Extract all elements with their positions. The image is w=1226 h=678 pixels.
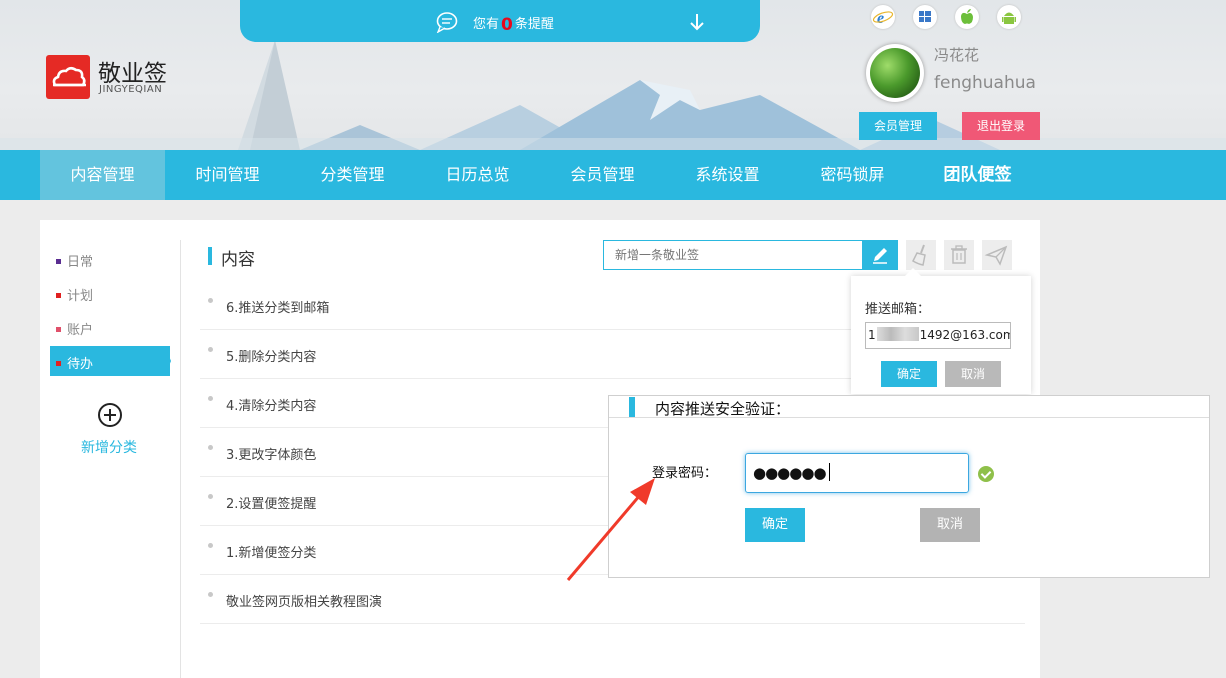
ie-icon[interactable]: e bbox=[871, 5, 895, 29]
broom-icon bbox=[912, 244, 926, 266]
logo-subtitle: JINGYEQIAN bbox=[99, 84, 163, 95]
push-email-field[interactable]: 1 1492@163.com bbox=[865, 322, 1011, 349]
security-verification-dialog: 内容推送安全验证： 登录密码： ●●●●●● 确定 取消 bbox=[608, 395, 1210, 578]
nav-team-notes[interactable]: 团队便签 bbox=[915, 150, 1040, 200]
chat-bubble-icon bbox=[436, 12, 458, 33]
add-circle-icon[interactable] bbox=[98, 403, 122, 427]
title-accent-bar bbox=[208, 247, 212, 265]
arrow-down-icon[interactable] bbox=[688, 12, 706, 32]
check-icon bbox=[978, 466, 994, 482]
username: fenghuahua bbox=[934, 73, 1036, 93]
category-dot bbox=[56, 293, 61, 298]
reminder-text: 您有 0 条提醒 bbox=[473, 15, 554, 35]
apple-icon[interactable] bbox=[955, 5, 979, 29]
pencil-icon bbox=[873, 248, 887, 264]
sidebar-active-pointer bbox=[165, 346, 171, 376]
category-dot bbox=[56, 259, 61, 264]
push-email-label: 推送邮箱： bbox=[865, 302, 931, 317]
dialog-title: 内容推送安全验证： bbox=[655, 400, 791, 418]
android-icon[interactable] bbox=[997, 5, 1021, 29]
avatar[interactable] bbox=[866, 44, 924, 102]
sidebar-divider bbox=[180, 240, 181, 678]
header: 您有 0 条提醒 敬业签 JINGYEQIAN e 冯花花 fenghuahua… bbox=[0, 0, 1226, 150]
send-icon bbox=[984, 245, 1008, 266]
nav-password-lock[interactable]: 密码锁屏 bbox=[790, 150, 915, 200]
content-title: 内容 bbox=[221, 250, 255, 270]
nav-calendar-overview[interactable]: 日历总览 bbox=[415, 150, 540, 200]
logout-button[interactable]: 退出登录 bbox=[962, 112, 1040, 140]
sidebar-item-todo[interactable]: 待办 bbox=[56, 353, 93, 372]
category-dot bbox=[56, 327, 61, 332]
clear-button[interactable] bbox=[906, 240, 936, 270]
text-cursor bbox=[828, 463, 830, 481]
sidebar-item-account[interactable]: 账户 bbox=[56, 319, 93, 338]
new-note-input[interactable] bbox=[603, 240, 863, 270]
logo-icon[interactable] bbox=[46, 55, 90, 99]
add-category-link[interactable]: 新增分类 bbox=[81, 437, 137, 457]
delete-button[interactable] bbox=[944, 240, 974, 270]
nav-content-management[interactable]: 内容管理 bbox=[40, 150, 165, 200]
title-accent-bar bbox=[629, 397, 635, 417]
windows-icon[interactable] bbox=[913, 5, 937, 29]
nav-time-management[interactable]: 时间管理 bbox=[165, 150, 290, 200]
nav-category-management[interactable]: 分类管理 bbox=[290, 150, 415, 200]
logo-name: 敬业签 bbox=[98, 61, 167, 87]
main-nav: 内容管理 时间管理 分类管理 日历总览 会员管理 系统设置 密码锁屏 团队便签 bbox=[0, 150, 1226, 200]
sidebar-item-plan[interactable]: 计划 bbox=[56, 285, 93, 304]
annotation-arrow bbox=[566, 478, 655, 581]
app-window: 您有 0 条提醒 敬业签 JINGYEQIAN e 冯花花 fenghuahua… bbox=[0, 0, 1226, 678]
reminder-bar[interactable]: 您有 0 条提醒 bbox=[240, 0, 760, 42]
edit-button[interactable] bbox=[862, 240, 898, 270]
dialog-confirm-button[interactable]: 确定 bbox=[745, 508, 805, 542]
dialog-header: 内容推送安全验证： bbox=[609, 396, 1209, 418]
send-button[interactable] bbox=[982, 240, 1012, 270]
redacted-mask bbox=[876, 327, 919, 341]
password-field[interactable]: ●●●●●● bbox=[745, 453, 969, 493]
push-confirm-button[interactable]: 确定 bbox=[881, 361, 937, 387]
member-management-button[interactable]: 会员管理 bbox=[859, 112, 937, 140]
reminder-count: 0 bbox=[501, 15, 513, 35]
dialog-cancel-button[interactable]: 取消 bbox=[920, 508, 980, 542]
trash-icon bbox=[951, 245, 967, 264]
push-cancel-button[interactable]: 取消 bbox=[945, 361, 1001, 387]
user-display-name: 冯花花 bbox=[934, 46, 980, 64]
nav-system-settings[interactable]: 系统设置 bbox=[665, 150, 790, 200]
sidebar-item-daily[interactable]: 日常 bbox=[56, 251, 93, 270]
nav-member-management[interactable]: 会员管理 bbox=[540, 150, 665, 200]
category-dot bbox=[56, 361, 61, 366]
